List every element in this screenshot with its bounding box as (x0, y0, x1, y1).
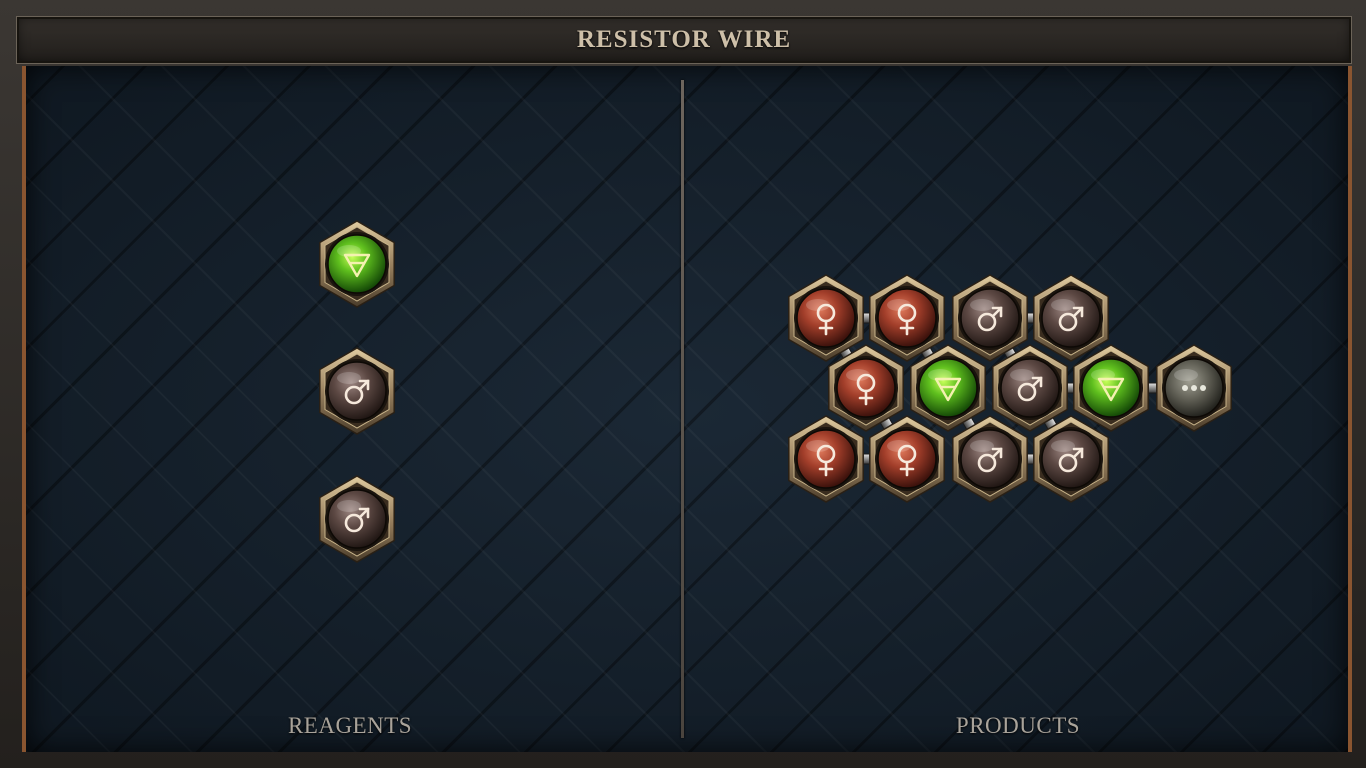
reagent-atom-3 (319, 475, 395, 563)
product-atom-11 (869, 415, 945, 503)
reagent-atom-1 (319, 220, 395, 308)
product-atom-4 (1033, 274, 1109, 362)
reagent-atom-2 (319, 347, 395, 435)
product-atom-5 (828, 344, 904, 432)
product-atom-13 (1033, 415, 1109, 503)
product-atom-6 (910, 344, 986, 432)
product-atom-2 (869, 274, 945, 362)
product-atom-12 (952, 415, 1028, 503)
product-atom-1 (788, 274, 864, 362)
product-atom-8 (1073, 344, 1149, 432)
product-atom-3 (952, 274, 1028, 362)
product-atom-10 (788, 415, 864, 503)
ellipsis-icon (1182, 385, 1206, 391)
product-atom-9 (1156, 344, 1232, 432)
product-atom-7 (992, 344, 1068, 432)
molecules-layer (319, 220, 1232, 563)
